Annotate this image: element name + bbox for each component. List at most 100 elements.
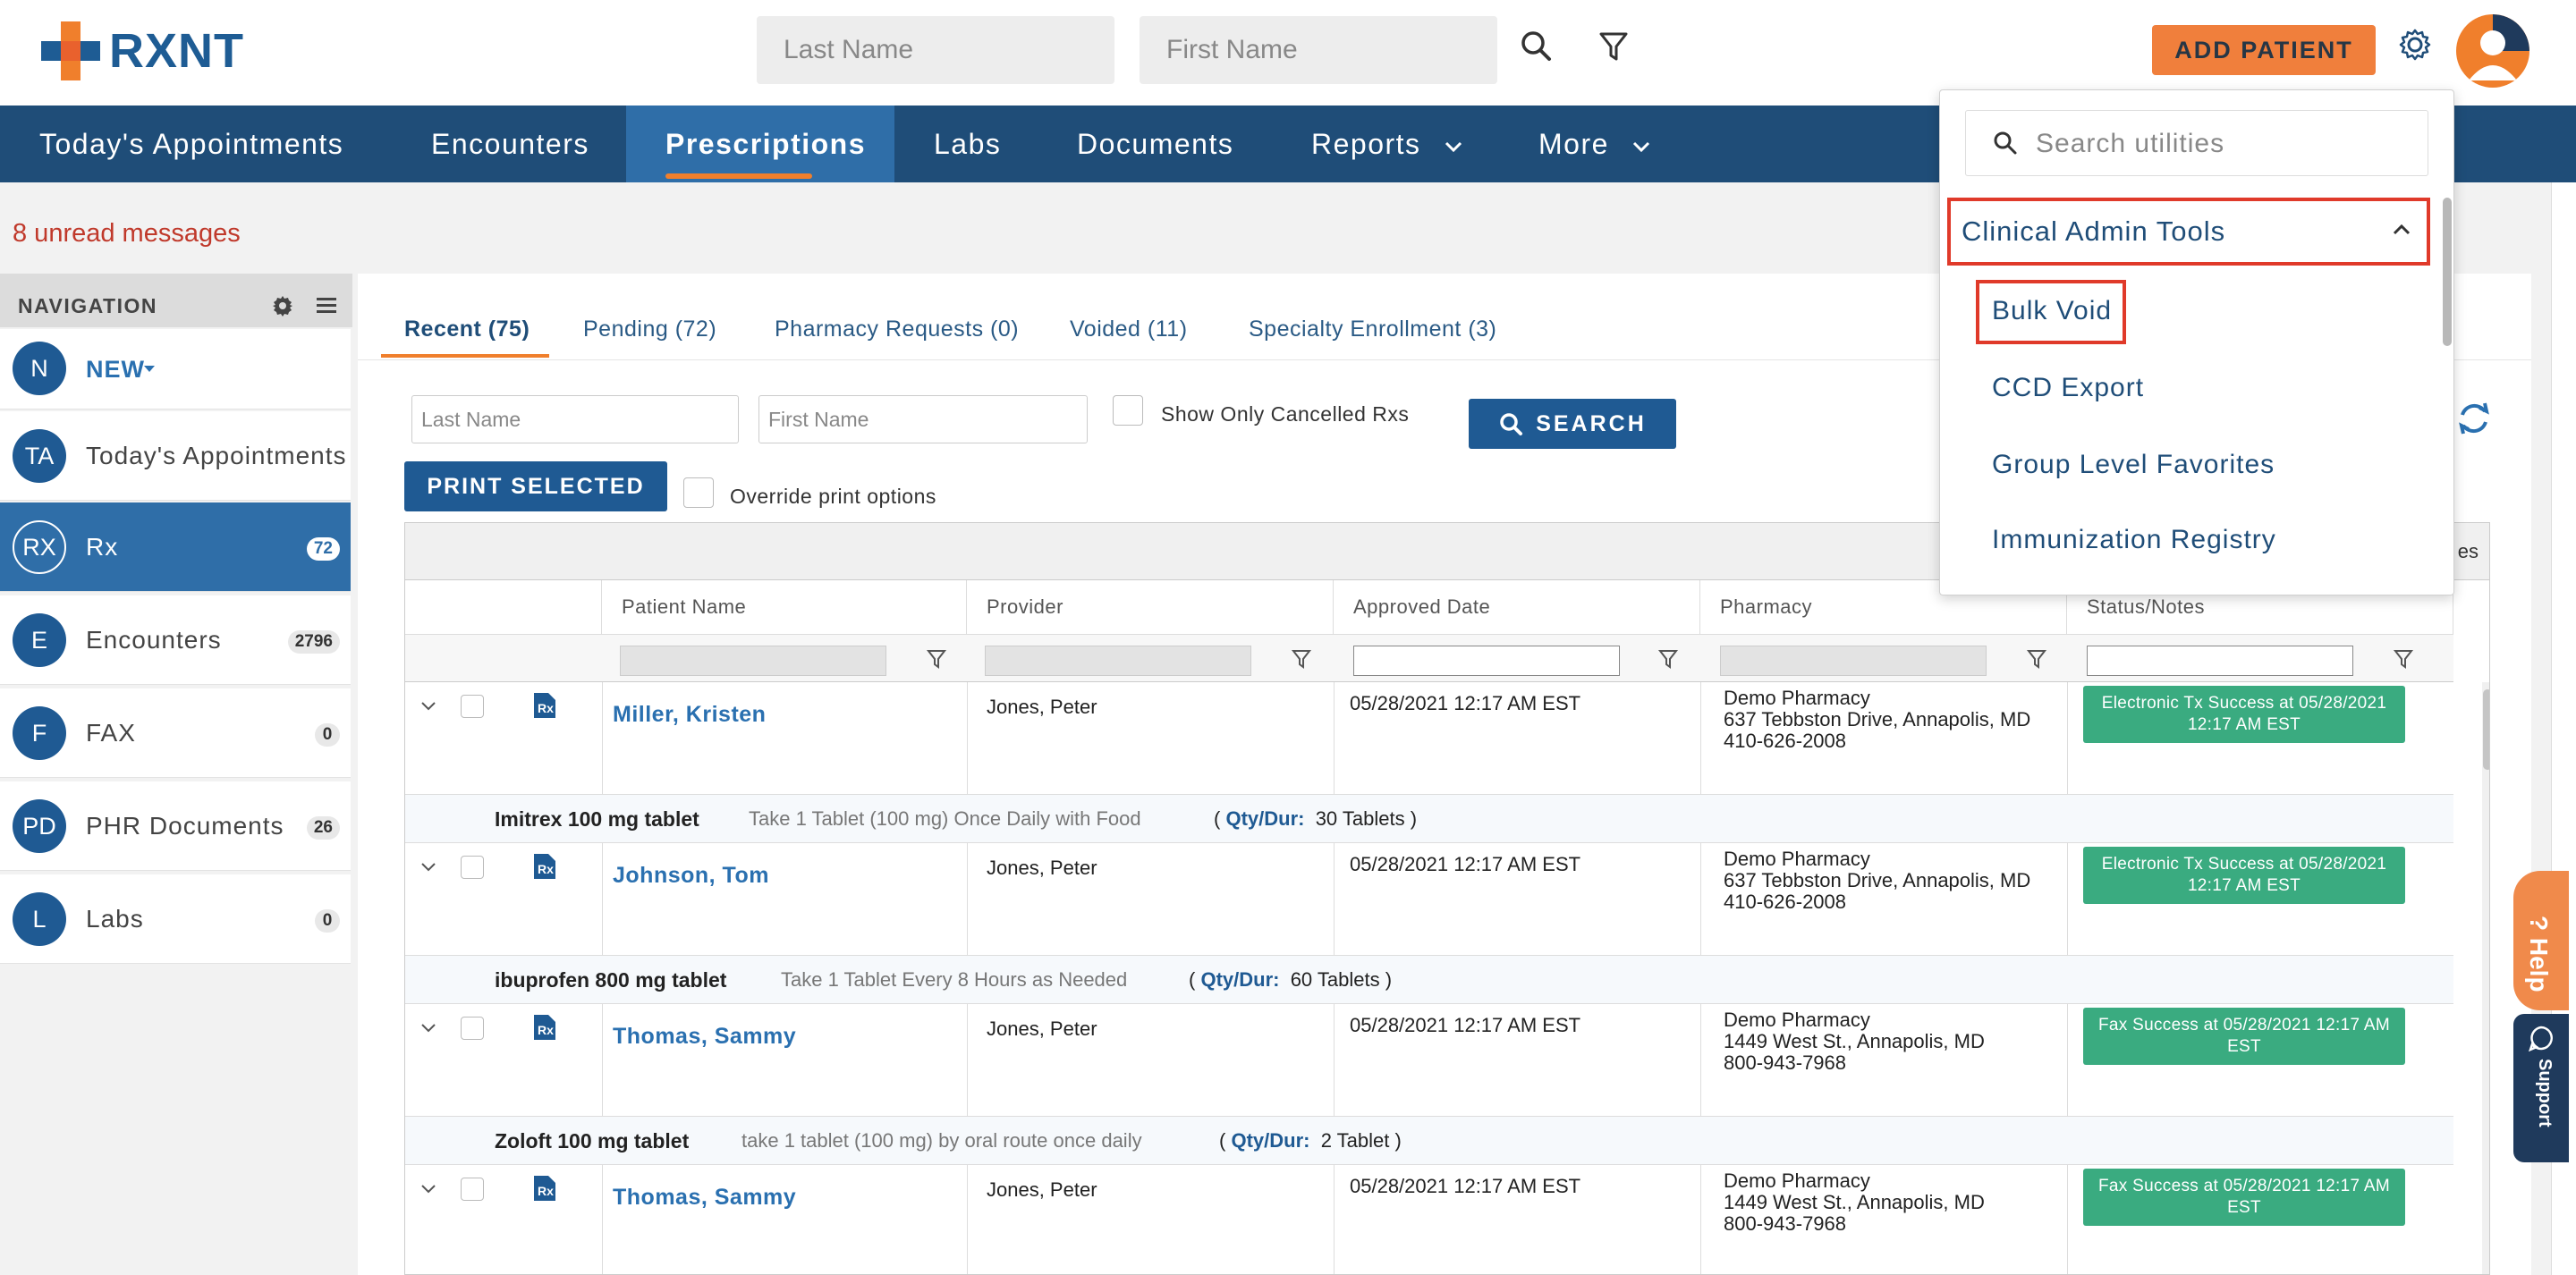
gear-icon[interactable] <box>270 293 295 318</box>
filter-icon[interactable] <box>1657 647 1679 671</box>
qty-duration: ( Qty/Dur: 60 Tablets ) <box>1189 968 1393 991</box>
cancelled-rx-checkbox[interactable] <box>1113 395 1143 426</box>
row-checkbox[interactable] <box>461 856 484 879</box>
search-utilities-placeholder: Search utilities <box>2036 129 2225 158</box>
table-row[interactable]: Rx Miller, Kristen Jones, Peter 05/28/20… <box>405 682 2453 795</box>
sidebar-item-rx[interactable]: RX Rx 72 <box>0 502 351 592</box>
status-line-1: Electronic Tx Success at 05/28/2021 <box>2101 855 2387 874</box>
sidebar-item-todays-appointments[interactable]: TA Today's Appointments <box>0 411 351 501</box>
filter-icon[interactable] <box>1594 27 1633 66</box>
add-patient-button[interactable]: ADD PATIENT <box>2152 25 2376 75</box>
override-print-checkbox[interactable] <box>683 477 714 508</box>
menu-item-group-level-favorites[interactable]: Group Level Favorites <box>1992 450 2275 480</box>
column-header-patient-name[interactable]: Patient Name <box>602 580 967 634</box>
menu-item-ccd-export[interactable]: CCD Export <box>1992 373 2144 403</box>
table-row[interactable]: Rx Thomas, Sammy Jones, Peter 05/28/2021… <box>405 1004 2453 1117</box>
nav-documents[interactable]: Documents <box>1077 106 1233 182</box>
prescription-icon[interactable]: Rx <box>532 1174 557 1203</box>
sidebar-item-encounters[interactable]: E Encounters 2796 <box>0 595 351 685</box>
row-checkbox[interactable] <box>461 695 484 718</box>
menu-item-immunization-registry[interactable]: Immunization Registry <box>1992 525 2276 555</box>
help-tab[interactable]: ? Help <box>2513 871 2569 1010</box>
sidebar-item-label: Labs <box>86 905 144 933</box>
nav-reports-label: Reports <box>1311 128 1421 160</box>
prescription-icon[interactable]: Rx <box>532 1013 557 1042</box>
sidebar-item-phr-documents[interactable]: PD PHR Documents 26 <box>0 781 351 871</box>
tab-specialty-enrollment[interactable]: Specialty Enrollment (3) <box>1249 317 1496 342</box>
tab-voided[interactable]: Voided (11) <box>1070 317 1188 342</box>
nav-more[interactable]: More <box>1538 106 1652 182</box>
tab-pending[interactable]: Pending (72) <box>583 317 716 342</box>
rxnt-logo[interactable]: RXNT <box>41 21 244 80</box>
pharmacy-filter[interactable] <box>1720 646 1987 676</box>
gear-icon[interactable] <box>2395 25 2435 64</box>
prescription-icon[interactable]: Rx <box>532 691 557 720</box>
row-checkbox[interactable] <box>461 1017 484 1040</box>
tab-pharmacy-requests[interactable]: Pharmacy Requests (0) <box>775 317 1019 342</box>
nav-encounters[interactable]: Encounters <box>431 106 589 182</box>
tab-recent[interactable]: Recent (75) <box>404 317 530 342</box>
filter-icon[interactable] <box>2393 647 2414 671</box>
filter-icon[interactable] <box>1291 647 1312 671</box>
nav-prescriptions[interactable]: Prescriptions <box>626 106 894 182</box>
support-tab[interactable]: Support <box>2513 1014 2569 1162</box>
chat-bubble-icon <box>2529 1026 2553 1051</box>
patient-name-link[interactable]: Thomas, Sammy <box>613 1185 796 1211</box>
prescription-icon[interactable]: Rx <box>532 852 557 881</box>
chevron-down-icon[interactable] <box>419 1183 437 1195</box>
grid-toolbar-fragment: es <box>2457 540 2479 562</box>
chevron-down-icon <box>1633 141 1650 153</box>
sidebar-item-new[interactable]: N NEW <box>0 329 351 410</box>
patient-name-link[interactable]: Miller, Kristen <box>613 702 766 728</box>
row-checkbox[interactable] <box>461 1178 484 1201</box>
column-header-approved-date[interactable]: Approved Date <box>1334 580 1700 634</box>
print-selected-button[interactable]: PRINT SELECTED <box>404 461 667 511</box>
nav-labs[interactable]: Labs <box>934 106 1001 182</box>
pharmacy-phone: 800-943-7968 <box>1724 1212 1847 1235</box>
user-avatar[interactable] <box>2456 14 2529 88</box>
provider-cell: Jones, Peter <box>987 1017 1097 1040</box>
filter-icon[interactable] <box>2026 647 2047 671</box>
table-row[interactable]: Rx Thomas, Sammy Jones, Peter 05/28/2021… <box>405 1165 2453 1274</box>
hamburger-menu-icon[interactable] <box>315 295 338 317</box>
grid-scrollbar[interactable] <box>2482 682 2489 1274</box>
refresh-icon[interactable] <box>2454 399 2494 438</box>
search-button[interactable]: SEARCH <box>1469 399 1676 449</box>
patient-name-link[interactable]: Johnson, Tom <box>613 863 769 889</box>
status-notes-filter[interactable] <box>2087 646 2353 676</box>
chevron-down-icon[interactable] <box>419 700 437 713</box>
support-label: Support <box>2535 1059 2555 1127</box>
column-header-provider[interactable]: Provider <box>967 580 1334 634</box>
active-tab-underline <box>665 173 812 179</box>
unread-messages-link[interactable]: 8 unread messages <box>13 219 241 249</box>
sidebar-item-fax[interactable]: F FAX 0 <box>0 688 351 778</box>
header-last-name-input[interactable]: Last Name <box>757 16 1114 84</box>
grid-scrollbar-thumb[interactable] <box>2483 689 2489 770</box>
logo-text: RXNT <box>109 24 244 78</box>
help-label: ? Help <box>2525 916 2553 992</box>
table-row[interactable]: Rx Johnson, Tom Jones, Peter 05/28/2021 … <box>405 843 2453 956</box>
search-icon <box>1994 131 2017 155</box>
patient-name-filter[interactable] <box>620 646 886 676</box>
filter-icon[interactable] <box>926 647 947 671</box>
sidebar-item-labs[interactable]: L Labs 0 <box>0 874 351 964</box>
menu-item-bulk-void[interactable]: Bulk Void <box>1992 296 2112 326</box>
cancelled-rx-label: Show Only Cancelled Rxs <box>1161 402 1410 426</box>
override-print-label: Override print options <box>730 485 936 508</box>
qty-label: Qty/Dur: <box>1231 1129 1310 1152</box>
rx-last-name-input[interactable]: Last Name <box>411 395 739 443</box>
dropdown-scrollbar-thumb[interactable] <box>2443 198 2452 346</box>
rx-first-name-input[interactable]: First Name <box>758 395 1088 443</box>
provider-filter[interactable] <box>985 646 1251 676</box>
search-utilities-input[interactable]: Search utilities <box>1965 110 2428 176</box>
clinical-admin-tools-group[interactable]: Clinical Admin Tools <box>1947 198 2430 266</box>
fax-avatar: F <box>13 706 66 760</box>
chevron-down-icon[interactable] <box>419 861 437 874</box>
search-icon[interactable] <box>1517 27 1556 66</box>
nav-todays-appointments[interactable]: Today's Appointments <box>39 106 343 182</box>
header-first-name-input[interactable]: First Name <box>1140 16 1497 84</box>
approved-date-filter[interactable] <box>1353 646 1620 676</box>
patient-name-link[interactable]: Thomas, Sammy <box>613 1024 796 1050</box>
nav-reports[interactable]: Reports <box>1311 106 1464 182</box>
chevron-down-icon[interactable] <box>419 1022 437 1034</box>
